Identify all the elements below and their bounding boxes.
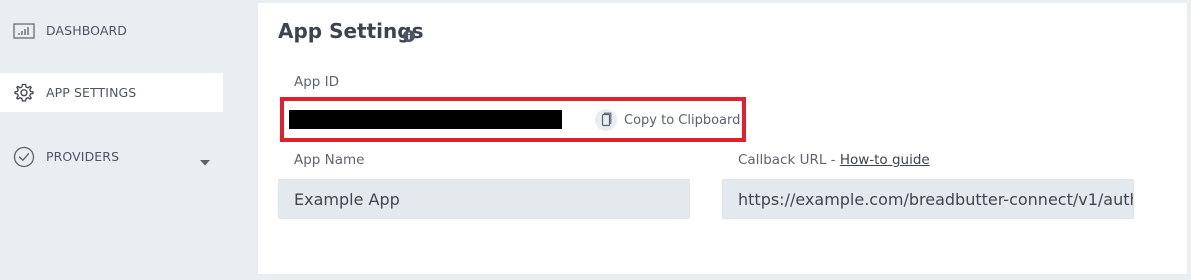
sidebar-item-label: PROVIDERS [46,149,120,164]
callback-url-field[interactable]: https://example.com/breadbutter-connect/… [722,179,1134,219]
app-root: DASHBOARD APP SETTINGS PROVIDERS App Set… [0,0,1191,280]
info-icon[interactable] [403,27,415,42]
callback-url-label-text: Callback URL - [738,152,840,168]
check-circle-icon [12,145,36,169]
sidebar: DASHBOARD APP SETTINGS PROVIDERS [0,0,245,280]
sidebar-item-label: APP SETTINGS [46,85,137,100]
gear-icon [12,81,36,105]
sidebar-item-dashboard[interactable]: DASHBOARD [0,11,223,50]
dashboard-chart-icon [12,19,36,43]
chevron-down-icon[interactable] [199,152,211,166]
sidebar-item-label: DASHBOARD [46,23,128,38]
copy-icon [595,109,617,131]
copy-to-clipboard-button[interactable]: Copy to Clipboard [595,108,740,132]
app-id-label: App ID [294,74,340,90]
sidebar-item-app-settings[interactable]: APP SETTINGS [0,73,223,112]
app-name-field[interactable]: Example App [278,179,690,219]
copy-button-label: Copy to Clipboard [624,112,741,128]
sidebar-item-providers[interactable]: PROVIDERS [0,137,223,176]
how-to-guide-link[interactable]: How-to guide [840,152,930,168]
settings-panel: App Settings App ID Copy to Clipboard Ap… [258,3,1187,274]
page-title: App Settings [278,19,424,43]
callback-url-label: Callback URL - How-to guide [738,152,930,168]
app-id-value-redacted [289,110,562,129]
app-name-label: App Name [294,152,365,168]
